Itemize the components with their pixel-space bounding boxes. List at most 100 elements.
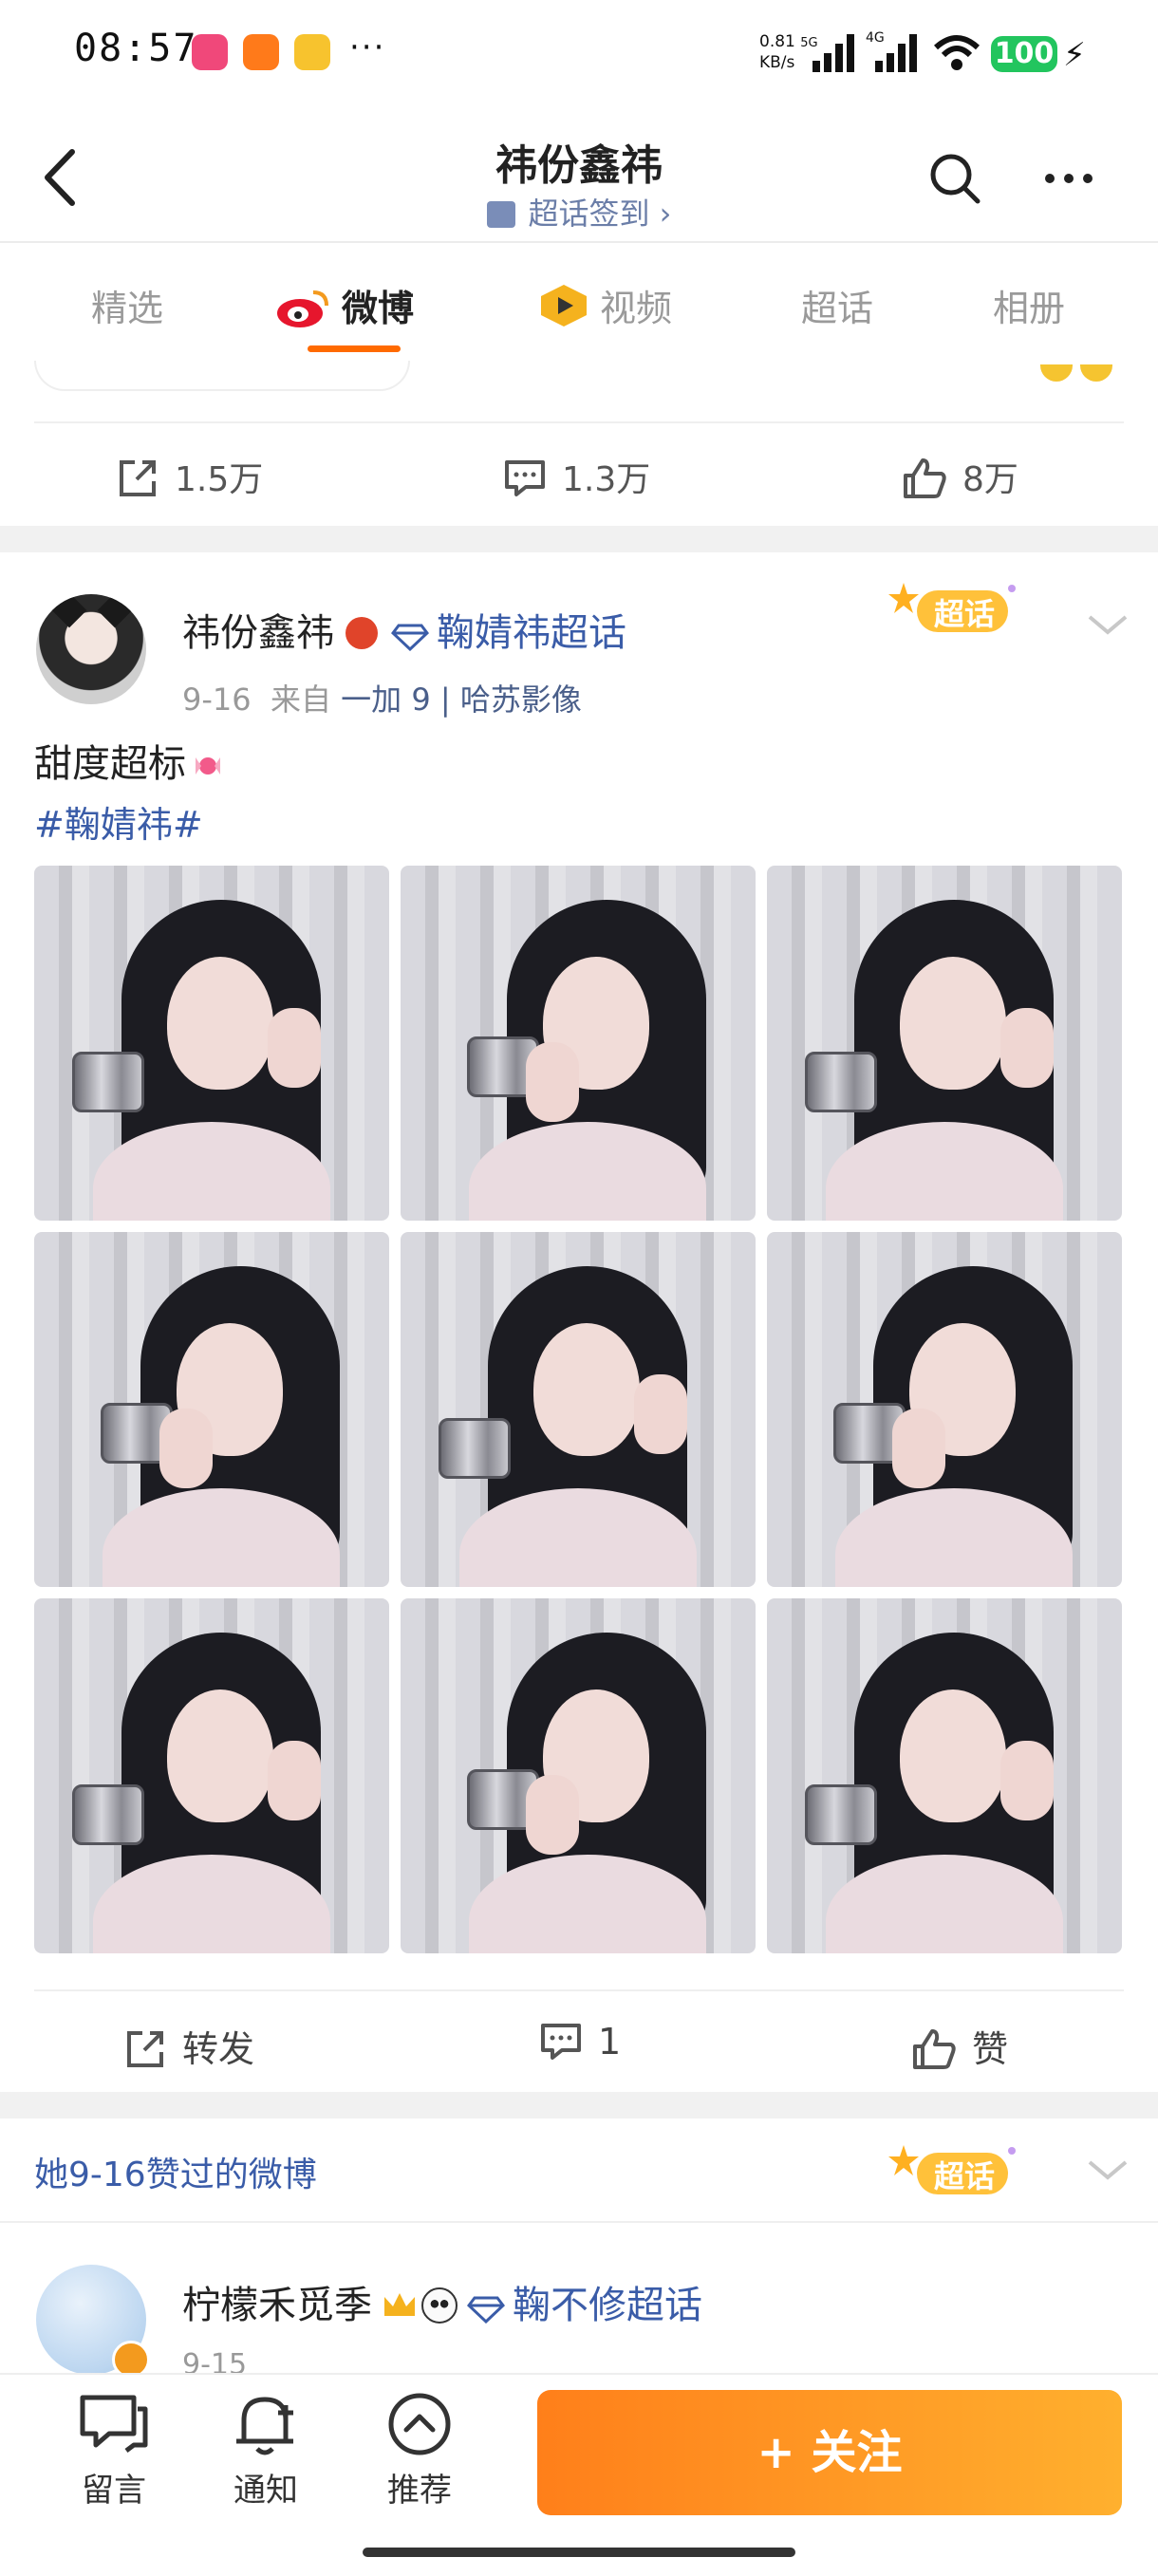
photo-jar xyxy=(805,1052,877,1112)
chevron-down-icon[interactable] xyxy=(1086,2156,1130,2183)
network-speed-unit: KB/s xyxy=(759,53,795,72)
author-name[interactable]: 祎份鑫祎 xyxy=(182,611,334,655)
photo-face xyxy=(167,1689,273,1822)
signal-icon xyxy=(812,34,854,72)
hashtag-link[interactable]: #鞠婧祎# xyxy=(34,795,203,848)
author-name[interactable]: 柠檬禾觅季 xyxy=(182,2284,372,2327)
emoji-icon xyxy=(1080,364,1112,382)
tab-album[interactable]: 相册 xyxy=(993,279,1065,331)
network-speed: 0.81 5G KB/s xyxy=(759,32,818,72)
rooster-badge-icon xyxy=(346,617,378,649)
active-tab-indicator xyxy=(308,345,401,352)
prev-like-button[interactable]: 8万 xyxy=(902,452,1018,501)
more-options-button[interactable] xyxy=(1040,159,1097,197)
photo-hand xyxy=(634,1374,687,1454)
post-author-line: 祎份鑫祎 鞠婧祎超话 xyxy=(182,602,626,657)
repost-icon xyxy=(120,460,156,496)
battery-icon: 100 xyxy=(991,36,1057,72)
chevron-up-circle-icon xyxy=(388,2393,451,2455)
like-label: 赞 xyxy=(972,2028,1009,2070)
tab-video[interactable]: 视频 xyxy=(537,279,672,331)
prev-comment-count: 1.3万 xyxy=(562,460,651,499)
app-notification-icon xyxy=(192,34,228,70)
section-gap xyxy=(0,526,1158,552)
liked-section-header: 她9-16赞过的微博 xyxy=(34,2156,317,2194)
video-app-notification-icon xyxy=(294,34,330,70)
photo-thumbnail[interactable] xyxy=(767,1598,1122,1953)
super-topic-link[interactable]: 鞠婧祎超话 xyxy=(437,611,626,655)
repost-label: 转发 xyxy=(182,2028,255,2070)
follow-button[interactable]: + 关注 xyxy=(537,2390,1122,2515)
network-speed-value: 0.81 xyxy=(759,32,795,51)
notify-label: 通知 xyxy=(233,2472,298,2510)
next-post-author-line: 柠檬禾觅季 鞠不修超话 xyxy=(182,2274,702,2329)
crown-icon xyxy=(384,2293,415,2316)
photo-hand xyxy=(892,1409,945,1488)
photo-thumbnail[interactable] xyxy=(767,866,1122,1221)
photo-hand xyxy=(268,1741,321,1820)
divider xyxy=(0,2221,1158,2223)
photo-thumbnail[interactable] xyxy=(767,1232,1122,1587)
chevron-down-icon[interactable] xyxy=(1086,611,1130,638)
post-source: 一加 9 | 哈苏影像 xyxy=(341,681,582,718)
photo-thumbnail[interactable] xyxy=(401,866,756,1221)
repost-button[interactable]: 转发 xyxy=(123,2020,254,2072)
photo-hand xyxy=(1000,1008,1054,1088)
photo-thumbnail[interactable] xyxy=(34,1598,389,1953)
checkin-label: 超话签到 › xyxy=(528,196,672,232)
candy-emoji-icon xyxy=(196,757,220,775)
signal-icon-2 xyxy=(875,34,917,72)
diamond-icon xyxy=(391,624,429,651)
chaohua-tag-2: 超话 xyxy=(883,2139,1023,2208)
prev-repost-button[interactable]: 1.5万 xyxy=(116,452,263,501)
photo-thumbnail[interactable] xyxy=(34,866,389,1221)
tab-weibo-label: 微博 xyxy=(342,288,415,329)
more-notifications-icon: ··· xyxy=(349,28,386,66)
like-icon xyxy=(913,2029,956,2069)
status-time: 08:57 xyxy=(74,27,198,70)
comment-tab-button[interactable]: 留言 xyxy=(57,2392,171,2511)
photo-face xyxy=(533,1323,640,1456)
search-button[interactable] xyxy=(926,150,983,207)
comment-button[interactable]: 1 xyxy=(539,2020,621,2063)
divider xyxy=(34,1989,1124,1991)
super-topic-link[interactable]: 鞠不修超话 xyxy=(513,2284,702,2327)
tab-featured[interactable]: 精选 xyxy=(91,279,163,331)
bell-plus-icon xyxy=(236,2397,293,2455)
photo-thumbnail[interactable] xyxy=(401,1598,756,1953)
avatar[interactable] xyxy=(36,594,146,704)
photo-hand xyxy=(1000,1741,1054,1820)
panda-icon xyxy=(421,2287,458,2324)
status-bar: 08:57 ··· 0.81 5G KB/s 4G 100 ⚡ xyxy=(0,0,1158,114)
chaohua-tag-label: 超话 xyxy=(934,2158,996,2194)
weibo-logo-icon xyxy=(277,290,328,327)
notify-button[interactable]: 通知 xyxy=(209,2392,323,2511)
calendar-check-icon xyxy=(486,201,515,228)
checkin-link[interactable]: 超话签到 › xyxy=(0,190,1158,233)
emoji-icon xyxy=(1040,364,1073,382)
photo-hand xyxy=(526,1775,579,1855)
photo-jar xyxy=(805,1784,877,1845)
video-icon xyxy=(541,285,587,327)
home-indicator[interactable] xyxy=(363,2548,795,2557)
section-gap xyxy=(0,2092,1158,2119)
photo-thumbnail[interactable] xyxy=(34,1232,389,1587)
tab-weibo[interactable]: 微博 xyxy=(275,279,414,331)
comment-icon xyxy=(541,2024,581,2060)
prev-repost-count: 1.5万 xyxy=(175,460,264,499)
tab-super-topic[interactable]: 超话 xyxy=(801,279,873,331)
photo-hand xyxy=(159,1409,213,1488)
photo-face xyxy=(167,957,273,1090)
comment-icon xyxy=(505,460,545,496)
post-date: 9-16 xyxy=(182,681,252,718)
photo-hand xyxy=(526,1042,579,1122)
post-text: 甜度超标 xyxy=(34,733,224,788)
photo-jar xyxy=(439,1418,511,1479)
photo-face xyxy=(900,957,1006,1090)
recommend-button[interactable]: 推荐 xyxy=(363,2392,476,2511)
photo-thumbnail[interactable] xyxy=(401,1232,756,1587)
prev-comment-button[interactable]: 1.3万 xyxy=(503,452,650,501)
photo-face xyxy=(900,1689,1006,1822)
like-button[interactable]: 赞 xyxy=(911,2020,1008,2072)
wifi-icon xyxy=(934,35,980,70)
